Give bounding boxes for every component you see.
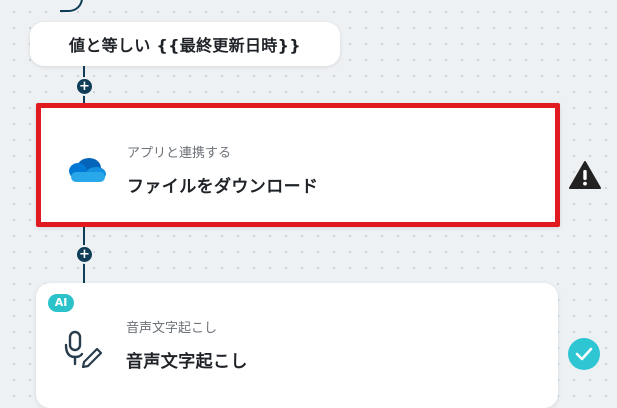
download-file-node[interactable]: アプリと連携する ファイルをダウンロード (36, 103, 560, 227)
voice-transcription-node[interactable]: AI 音声文字起こし 音声文字起こし (36, 283, 558, 408)
connector-line-top (60, 0, 83, 12)
node-title: ファイルをダウンロード (127, 177, 319, 197)
check-icon[interactable] (568, 338, 600, 370)
node-category-label: 音声文字起こし (126, 321, 218, 336)
node-title: 音声文字起こし (126, 352, 248, 372)
microphone-pen-icon (64, 330, 103, 368)
warning-icon[interactable] (568, 160, 602, 190)
add-step-button[interactable]: + (77, 247, 92, 262)
onedrive-icon (69, 158, 106, 182)
condition-node[interactable]: 値と等しい {{最終更新日時}} (30, 22, 340, 66)
ai-badge: AI (48, 294, 74, 312)
add-step-button[interactable]: + (77, 79, 92, 94)
node-category-label: アプリと連携する (127, 146, 232, 161)
condition-label: 値と等しい {{最終更新日時}} (69, 36, 301, 55)
